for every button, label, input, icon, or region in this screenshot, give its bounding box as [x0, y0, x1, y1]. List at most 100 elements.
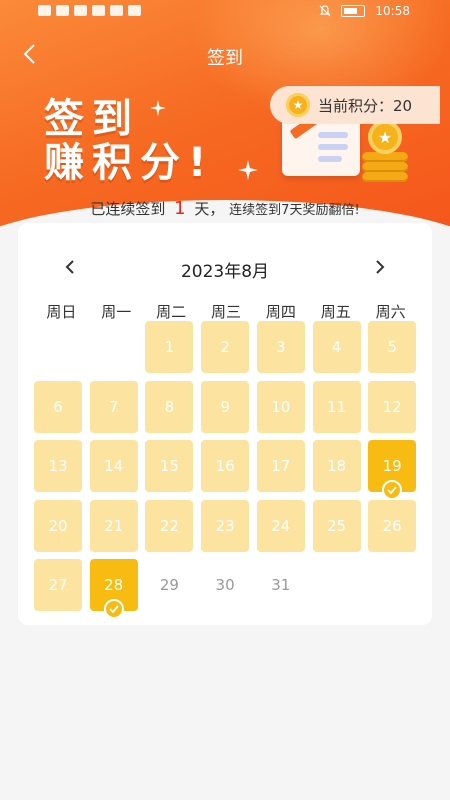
- weekday-label: 周一: [101, 303, 132, 321]
- calendar-day[interactable]: 4: [312, 321, 361, 373]
- day-number: 12: [382, 397, 402, 416]
- points-label: 当前积分：20: [318, 96, 413, 115]
- day-number: 24: [271, 516, 291, 535]
- status-time: 10:58: [375, 4, 410, 18]
- app-notification-icon: [92, 5, 105, 16]
- calendar-day[interactable]: 1: [145, 321, 194, 373]
- day-number: 17: [271, 457, 291, 475]
- calendar-day[interactable]: 6: [34, 380, 82, 433]
- day-number: 29: [159, 576, 179, 594]
- streak-suffix: 天，: [194, 200, 225, 218]
- signal-icon: [38, 5, 51, 16]
- day-number: 19: [382, 457, 402, 475]
- streak-note: 连续签到7天奖励翻倍!: [229, 203, 360, 218]
- calendar-day[interactable]: 7: [89, 380, 138, 433]
- calendar-day[interactable]: 25: [312, 499, 361, 552]
- calendar-day[interactable]: 26: [368, 499, 417, 552]
- calendar-day[interactable]: 29: [145, 559, 193, 611]
- mail-icon: [110, 5, 123, 16]
- bell-off-icon: [319, 5, 331, 17]
- wifi-icon: [56, 5, 69, 16]
- day-number: 11: [326, 397, 347, 416]
- weekday-label: 周日: [46, 303, 77, 321]
- battery-icon: [341, 5, 366, 17]
- day-number: 18: [326, 457, 347, 475]
- day-number: 4: [331, 338, 342, 356]
- calendar-illustration-line: [318, 132, 348, 138]
- day-number: 30: [215, 576, 235, 594]
- check-icon: [382, 480, 403, 500]
- weekday-label: 周五: [320, 303, 351, 321]
- calendar-day[interactable]: 15: [145, 440, 194, 492]
- weekday-label: 周四: [265, 303, 296, 321]
- sparkle-icon: [150, 100, 166, 116]
- calendar-day[interactable]: 17: [256, 440, 305, 492]
- day-number: 7: [108, 397, 119, 416]
- calendar-day[interactable]: 24: [256, 499, 305, 552]
- coin-stack: [362, 172, 408, 182]
- day-number: 9: [220, 397, 230, 416]
- calendar-day[interactable]: 18: [312, 440, 361, 492]
- calendar-day[interactable]: 10: [256, 380, 305, 433]
- calendar-day[interactable]: 3: [256, 321, 305, 373]
- weekday-label: 周六: [375, 303, 406, 321]
- page-title: 签到: [207, 48, 243, 69]
- check-icon: [103, 599, 124, 619]
- calendar-day[interactable]: 31: [257, 559, 305, 611]
- calendar-day[interactable]: 22: [145, 499, 194, 552]
- calendar-day[interactable]: 19: [368, 440, 417, 500]
- day-number: 6: [53, 397, 63, 416]
- coin-stack: [362, 162, 408, 172]
- status-icons-left: [38, 5, 141, 16]
- calendar-day[interactable]: 11: [312, 380, 361, 433]
- calendar-day[interactable]: 13: [34, 440, 82, 492]
- day-number: 10: [271, 397, 291, 416]
- day-number: 15: [159, 457, 179, 475]
- app-notification-icon: [74, 5, 87, 16]
- calendar-day[interactable]: 2: [201, 321, 250, 373]
- day-number: 16: [215, 457, 235, 475]
- day-number: 13: [48, 457, 68, 475]
- calendar-day[interactable]: 12: [368, 380, 417, 433]
- weekday-label: 周三: [211, 303, 242, 321]
- calendar-card: 2023年8月 周日 周一 周二 周三 周四 周五 周六 1 2 3 4 5 6 7 8 9 10 11 12 13…: [18, 223, 432, 625]
- day-number: 26: [382, 516, 402, 535]
- status-bar: 10:58: [0, 0, 450, 26]
- chevron-right-icon[interactable]: [368, 255, 392, 279]
- day-number: 21: [104, 516, 124, 535]
- day-number: 1: [164, 338, 175, 356]
- weekday-header: 周日 周一 周二 周三 周四 周五 周六: [34, 301, 418, 322]
- day-number: 22: [159, 516, 179, 535]
- weekday-label: 周二: [156, 303, 187, 321]
- status-icons-right: 10:58: [319, 4, 410, 18]
- day-number: 23: [215, 516, 235, 535]
- calendar-day[interactable]: 8: [145, 380, 194, 433]
- calendar-day[interactable]: 28: [89, 559, 138, 619]
- calendar-day[interactable]: 16: [201, 440, 250, 492]
- calendar-day[interactable]: 30: [201, 559, 249, 611]
- calendar-day[interactable]: 9: [201, 380, 250, 433]
- sparkle-icon: [238, 160, 258, 180]
- streak-info: 已连续签到 1 天， 连续签到7天奖励翻倍!: [0, 198, 450, 219]
- month-navigation: 2023年8月: [18, 253, 432, 282]
- calendar-day[interactable]: 14: [89, 440, 138, 492]
- calendar-illustration-line: [318, 156, 342, 162]
- app-notification-icon: [128, 5, 141, 16]
- calendar-day[interactable]: 21: [89, 499, 138, 552]
- calendar-day[interactable]: 20: [34, 499, 82, 552]
- current-points: ★ 当前积分：20: [270, 86, 440, 124]
- day-number: 25: [326, 516, 347, 535]
- star-coin-icon: ★: [368, 120, 402, 154]
- calendar-day[interactable]: 5: [368, 321, 417, 373]
- day-number: 2: [220, 338, 230, 356]
- streak-prefix: 已连续签到: [90, 200, 166, 218]
- calendar-day[interactable]: 27: [34, 559, 82, 611]
- day-number: 27: [48, 576, 68, 594]
- calendar-illustration-line: [318, 144, 348, 150]
- day-number: 3: [276, 338, 286, 356]
- day-number: 5: [387, 338, 397, 356]
- calendar-day[interactable]: 23: [201, 499, 250, 552]
- banner-headline-2: 赚积分!: [44, 140, 215, 186]
- coin-icon: ★: [286, 93, 310, 117]
- day-number: 20: [48, 516, 68, 535]
